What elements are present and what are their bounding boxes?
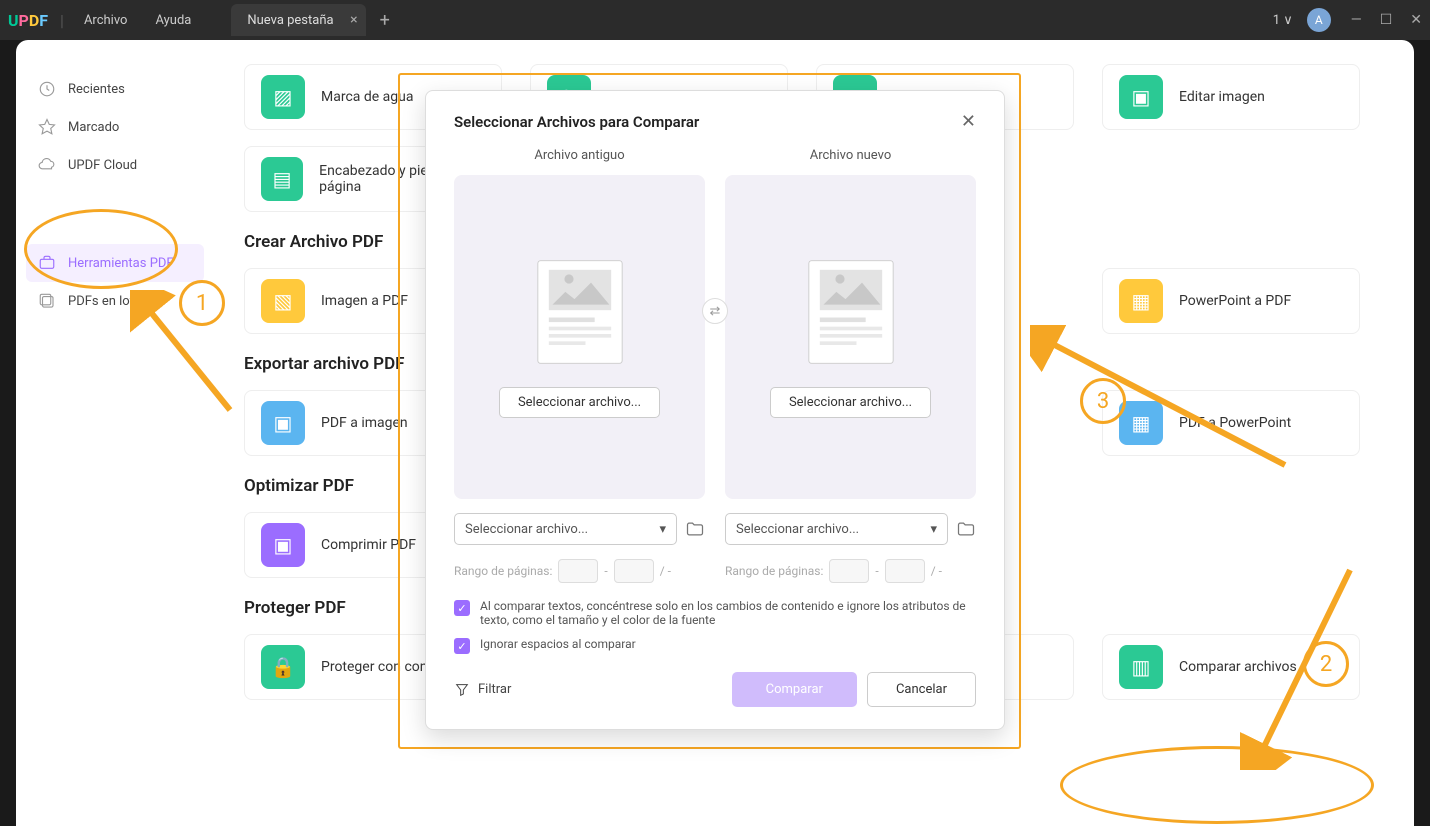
minimize-button[interactable]: —: [1351, 12, 1362, 28]
browser-tab[interactable]: Nueva pestaña ×: [231, 4, 365, 36]
compare-modal: Seleccionar Archivos para Comparar ✕ Arc…: [425, 90, 1005, 730]
title-bar: UPDF | Archivo Ayuda Nueva pestaña × + 1…: [0, 0, 1430, 40]
close-button[interactable]: ✕: [1410, 12, 1422, 28]
chevron-down-icon: ▾: [930, 522, 937, 537]
sidebar-label: Herramientas PDF: [68, 256, 174, 271]
sidebar-item-recientes[interactable]: Recientes: [26, 70, 204, 108]
tool-editar-imagen[interactable]: ▣Editar imagen: [1102, 64, 1360, 130]
file-placeholder-icon: [531, 257, 629, 367]
sidebar-item-lote[interactable]: PDFs en lote: [26, 282, 204, 320]
new-file-dropdown[interactable]: Seleccionar archivo...▾: [725, 513, 948, 545]
old-file-label: Archivo antiguo: [454, 148, 705, 163]
close-icon[interactable]: ×: [350, 12, 357, 28]
old-range-end[interactable]: [614, 559, 654, 583]
new-file-label: Archivo nuevo: [725, 148, 976, 163]
pdf-to-image-icon: ▣: [261, 401, 305, 445]
select-old-file-button[interactable]: Seleccionar archivo...: [499, 387, 660, 418]
sidebar-label: Recientes: [68, 82, 125, 97]
range-label: Rango de páginas:: [454, 564, 552, 578]
lock-icon: 🔒: [261, 645, 305, 689]
menu-ayuda[interactable]: Ayuda: [147, 13, 199, 28]
checkbox-label: Al comparar textos, concéntrese solo en …: [480, 599, 976, 627]
compare-button[interactable]: Comparar: [732, 672, 857, 707]
star-icon: [38, 118, 56, 136]
new-range-end[interactable]: [885, 559, 925, 583]
cancel-button[interactable]: Cancelar: [867, 672, 976, 707]
avatar[interactable]: A: [1307, 8, 1331, 32]
ppt-to-pdf-icon: ▦: [1119, 279, 1163, 323]
maximize-button[interactable]: ☐: [1380, 12, 1393, 28]
swap-icon[interactable]: ⇄: [702, 298, 728, 324]
tool-pdf-ppt[interactable]: ▦PDF a PowerPoint: [1102, 390, 1360, 456]
checkbox-ignore-spaces[interactable]: ✓: [454, 638, 470, 654]
app-logo: UPDF: [8, 11, 48, 30]
sidebar-item-marcado[interactable]: Marcado: [26, 108, 204, 146]
file-placeholder-icon: [802, 257, 900, 367]
new-tab-button[interactable]: +: [370, 10, 400, 31]
range-label: Rango de páginas:: [725, 564, 823, 578]
sidebar-label: UPDF Cloud: [68, 158, 137, 173]
checkbox-label: Ignorar espacios al comparar: [480, 637, 636, 654]
cloud-icon: [38, 156, 56, 174]
sidebar: Recientes Marcado UPDF Cloud Herramienta…: [16, 40, 204, 826]
filter-button[interactable]: Filtrar: [454, 682, 511, 698]
folder-icon[interactable]: [685, 519, 705, 539]
account-dropdown[interactable]: 1 ∨: [1267, 13, 1299, 28]
clock-icon: [38, 80, 56, 98]
menu-archivo[interactable]: Archivo: [76, 13, 136, 28]
new-range-start[interactable]: [829, 559, 869, 583]
compare-icon: ▥: [1119, 645, 1163, 689]
sidebar-label: Marcado: [68, 120, 119, 135]
pdf-to-ppt-icon: ▦: [1119, 401, 1163, 445]
old-range-start[interactable]: [558, 559, 598, 583]
compress-icon: ▣: [261, 523, 305, 567]
close-icon[interactable]: ✕: [961, 111, 976, 132]
image-icon: ▣: [1119, 75, 1163, 119]
header-footer-icon: ▤: [261, 157, 303, 201]
sidebar-label: PDFs en lote: [68, 294, 141, 309]
tool-comparar[interactable]: ▥Comparar archivos: [1102, 634, 1360, 700]
watermark-icon: ▨: [261, 75, 305, 119]
batch-icon: [38, 292, 56, 310]
chevron-down-icon: ▾: [659, 522, 666, 537]
modal-title: Seleccionar Archivos para Comparar: [454, 113, 699, 131]
old-file-dropdown[interactable]: Seleccionar archivo...▾: [454, 513, 677, 545]
new-file-dropzone[interactable]: Seleccionar archivo...: [725, 175, 976, 499]
old-file-dropzone[interactable]: Seleccionar archivo...: [454, 175, 705, 499]
tool-ppt-pdf[interactable]: ▦PowerPoint a PDF: [1102, 268, 1360, 334]
toolbox-icon: [38, 254, 56, 272]
filter-icon: [454, 682, 470, 698]
tab-title: Nueva pestaña: [247, 13, 333, 28]
sidebar-item-herramientas[interactable]: Herramientas PDF: [26, 244, 204, 282]
sidebar-item-cloud[interactable]: UPDF Cloud: [26, 146, 204, 184]
image-to-pdf-icon: ▧: [261, 279, 305, 323]
folder-icon[interactable]: [956, 519, 976, 539]
select-new-file-button[interactable]: Seleccionar archivo...: [770, 387, 931, 418]
checkbox-text-only[interactable]: ✓: [454, 600, 470, 616]
